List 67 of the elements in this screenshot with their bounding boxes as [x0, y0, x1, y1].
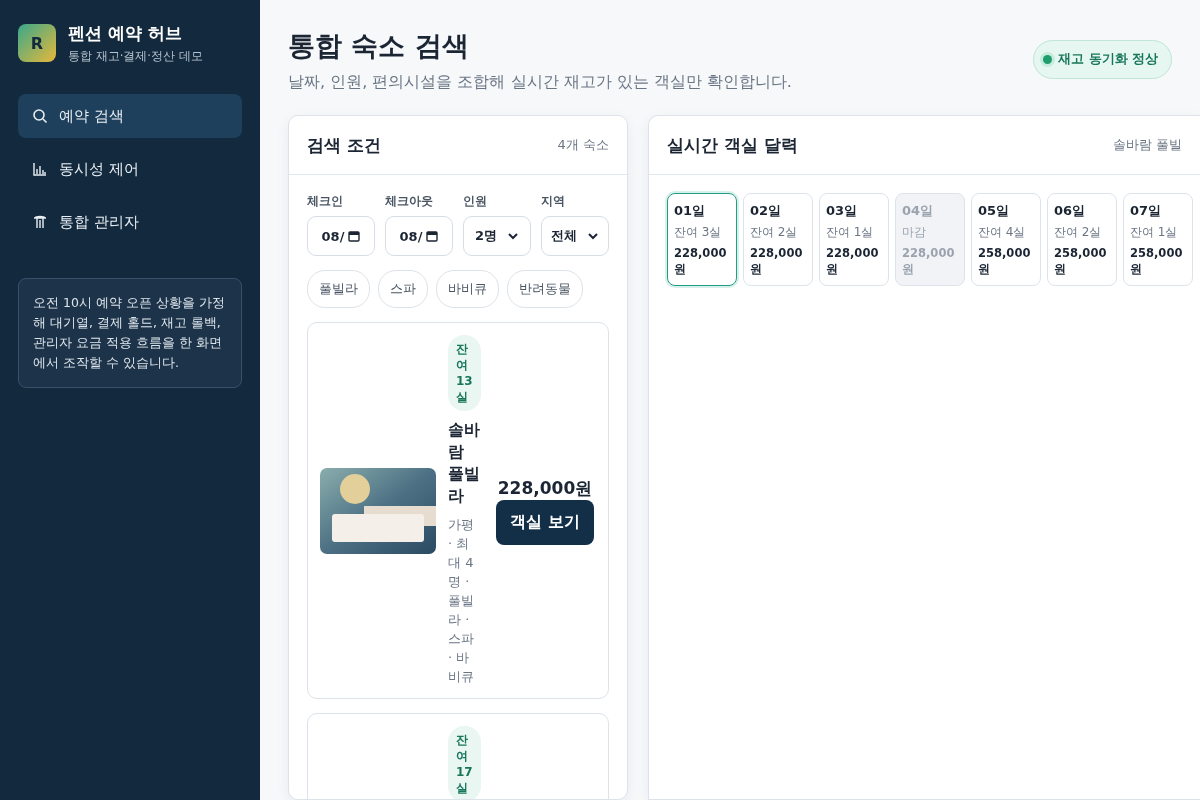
field-label: 체크아웃	[385, 193, 434, 210]
calendar-day[interactable]: 03일 잔여 1실 228,000원	[819, 193, 889, 286]
status-dot-icon	[1043, 55, 1053, 64]
day-price: 228,000원	[674, 245, 728, 277]
calendar-day[interactable]: 07일 잔여 1실 258,000원	[1123, 193, 1193, 286]
field-label: 인원	[463, 193, 488, 210]
page-subtitle: 날짜, 인원, 편의시설을 조합해 실시간 재고가 있는 객실만 확인합니다.	[288, 72, 792, 93]
day-price: 258,000원	[978, 245, 1032, 277]
nav-item[interactable]: 통합 관리자	[18, 200, 242, 244]
filter-chip[interactable]: 반려동물	[507, 270, 583, 308]
day-price: 228,000원	[750, 245, 804, 277]
nav-item[interactable]: 예약 검색	[18, 94, 242, 138]
page-title: 통합 숙소 검색	[288, 29, 470, 63]
nav-item[interactable]: 동시성 제어	[18, 147, 242, 191]
pillar-icon	[32, 214, 48, 230]
date-field[interactable]: 08/	[307, 216, 375, 256]
calendar-icon	[426, 230, 439, 242]
day-label: 04일	[902, 202, 935, 220]
day-price: 228,000원	[826, 245, 880, 277]
calendar-icon	[348, 230, 361, 242]
day-price: 228,000원	[902, 245, 956, 277]
day-label: 06일	[1054, 202, 1087, 220]
filter-chip[interactable]: 스파	[378, 270, 428, 308]
day-label: 02일	[750, 202, 783, 220]
listing-details: 가평 · 최대 4명 · 풀빌라 · 스파 · 바비큐	[448, 516, 475, 686]
day-availability: 잔여 4실	[978, 224, 1027, 241]
day-label: 05일	[978, 202, 1011, 220]
calendar-day[interactable]: 06일 잔여 2실 258,000원	[1047, 193, 1117, 286]
select-field[interactable]: 전체	[541, 216, 609, 256]
day-availability: 잔여 3실	[674, 224, 723, 241]
bar-chart-icon	[32, 161, 48, 177]
day-label: 07일	[1130, 202, 1163, 220]
day-availability: 잔여 2실	[1054, 224, 1103, 241]
day-price: 258,000원	[1130, 245, 1184, 277]
field-label: 지역	[541, 193, 566, 210]
day-availability: 잔여 1실	[1130, 224, 1179, 241]
day-price: 258,000원	[1054, 245, 1108, 277]
filter-chip[interactable]: 풀빌라	[307, 270, 370, 308]
listing-name: 솔바람 풀빌라	[448, 419, 481, 507]
calendar-day[interactable]: 02일 잔여 2실 228,000원	[743, 193, 813, 286]
availability-badge: 잔여 17실	[448, 726, 481, 799]
date-field[interactable]: 08/	[385, 216, 453, 256]
app-title: 펜션 예약 허브	[68, 22, 183, 45]
day-label: 03일	[826, 202, 859, 220]
panel-title: 검색 조건	[307, 133, 381, 157]
view-rooms-button[interactable]: 객실 보기	[496, 499, 594, 545]
day-availability: 마감	[902, 224, 927, 241]
property-count: 4개 숙소	[557, 136, 609, 154]
day-availability: 잔여 2실	[750, 224, 799, 241]
app-subtitle: 통합 재고·결제·정산 데모	[68, 49, 203, 64]
panel-title: 실시간 객실 달력	[667, 133, 798, 157]
select-field[interactable]: 2명	[463, 216, 531, 256]
calendar-day[interactable]: 01일 잔여 3실 228,000원	[667, 193, 737, 286]
info-note: 오전 10시 예약 오픈 상황을 가정해 대기열, 결제 홀드, 재고 롤백, 관리자 요금 적용 흐름을 한 화면에서 조작할 수 있습니다.	[18, 278, 242, 388]
property-name: 솔바람 풀빌	[1112, 136, 1182, 154]
search-icon	[32, 108, 48, 124]
listing-price: 228,000원	[497, 476, 593, 500]
chevron-down-icon	[507, 230, 519, 242]
availability-badge: 잔여 13실	[448, 335, 481, 411]
sync-status-badge: 재고 동기화 정상	[1033, 40, 1172, 79]
field-label: 체크인	[307, 193, 344, 210]
logo: R	[18, 24, 56, 62]
chevron-down-icon	[587, 230, 599, 242]
filter-chip[interactable]: 바비큐	[436, 270, 499, 308]
day-label: 01일	[674, 202, 707, 220]
calendar-day[interactable]: 05일 잔여 4실 258,000원	[971, 193, 1041, 286]
day-availability: 잔여 1실	[826, 224, 875, 241]
